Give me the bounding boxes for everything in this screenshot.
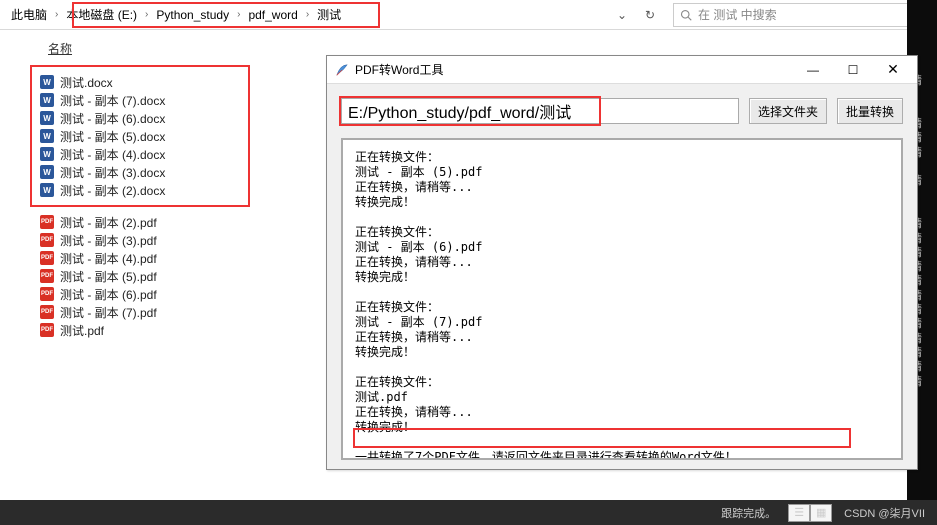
minimize-button[interactable]: —: [793, 56, 833, 84]
status-text: 跟踪完成。: [721, 505, 776, 521]
breadcrumb[interactable]: 此电脑 › 本地磁盘 (E:) › Python_study › pdf_wor…: [4, 3, 348, 27]
file-name: 测试 - 副本 (5).pdf: [60, 268, 157, 285]
address-controls: ⌄ ↻: [613, 8, 665, 22]
batch-convert-button[interactable]: 批量转换: [837, 98, 903, 124]
word-file-icon: W: [40, 111, 54, 125]
file-name: 测试 - 副本 (5).docx: [60, 128, 165, 145]
breadcrumb-item[interactable]: Python_study: [153, 8, 232, 22]
chevron-right-icon: ›: [234, 9, 243, 20]
file-name: 测试 - 副本 (4).pdf: [60, 250, 157, 267]
docx-file-group: W 测试.docx W 测试 - 副本 (7).docx W 测试 - 副本 (6).do…: [30, 65, 250, 207]
word-file-icon: W: [40, 75, 54, 89]
file-row[interactable]: PDF 测试 - 副本 (6).pdf: [40, 285, 244, 303]
word-file-icon: W: [40, 165, 54, 179]
file-row[interactable]: PDF 测试.pdf: [40, 321, 244, 339]
path-entry[interactable]: [341, 98, 739, 124]
column-header-name[interactable]: 名称: [48, 40, 310, 65]
file-row[interactable]: W 测试 - 副本 (6).docx: [40, 109, 242, 127]
file-row[interactable]: W 测试 - 副本 (3).docx: [40, 163, 242, 181]
pdf-file-icon: PDF: [40, 215, 54, 229]
file-row[interactable]: PDF 测试 - 副本 (5).pdf: [40, 267, 244, 285]
chevron-right-icon: ›: [142, 9, 151, 20]
file-row[interactable]: W 测试 - 副本 (2).docx: [40, 181, 242, 199]
pdf-file-icon: PDF: [40, 287, 54, 301]
view-toggle-group: ☰ ▦: [788, 504, 832, 522]
chevron-right-icon: ›: [303, 9, 312, 20]
file-name: 测试 - 副本 (4).docx: [60, 146, 165, 163]
refresh-icon[interactable]: ↻: [641, 8, 659, 22]
breadcrumb-item[interactable]: 测试: [314, 6, 344, 23]
window-title: PDF转Word工具: [355, 61, 793, 78]
file-row[interactable]: PDF 测试 - 副本 (2).pdf: [40, 213, 244, 231]
file-row[interactable]: W 测试.docx: [40, 73, 242, 91]
file-name: 测试 - 副本 (7).docx: [60, 92, 165, 109]
maximize-button[interactable]: ☐: [833, 56, 873, 84]
pdf-file-icon: PDF: [40, 305, 54, 319]
file-list-pane: 名称 W 测试.docx W 测试 - 副本 (7).docx W 测试 - 副本 (6)…: [0, 30, 330, 510]
file-name: 测试.docx: [60, 74, 113, 91]
word-file-icon: W: [40, 183, 54, 197]
choose-folder-button[interactable]: 选择文件夹: [749, 98, 827, 124]
file-row[interactable]: PDF 测试 - 副本 (4).pdf: [40, 249, 244, 267]
search-input[interactable]: 在 测试 中搜索: [673, 3, 933, 27]
watermark: CSDN @柒月VII: [844, 505, 925, 521]
breadcrumb-container: 此电脑 › 本地磁盘 (E:) › Python_study › pdf_wor…: [4, 3, 665, 27]
explorer-address-bar: 此电脑 › 本地磁盘 (E:) › Python_study › pdf_wor…: [0, 0, 937, 30]
tool-toolbar: 选择文件夹 批量转换: [327, 84, 917, 134]
pdf-file-group: PDF 测试 - 副本 (2).pdf PDF 测试 - 副本 (3).pdf PDF 测…: [30, 207, 250, 345]
file-name: 测试 - 副本 (7).pdf: [60, 304, 157, 321]
file-row[interactable]: W 测试 - 副本 (4).docx: [40, 145, 242, 163]
log-output[interactable]: 正在转换文件： 测试 - 副本 (5).pdf 正在转换，请稍等... 转换完成…: [355, 150, 889, 460]
icons-view-icon[interactable]: ▦: [810, 504, 832, 522]
pdf-file-icon: PDF: [40, 251, 54, 265]
chevron-right-icon: ›: [52, 9, 61, 20]
window-titlebar[interactable]: PDF转Word工具 — ☐ ✕: [327, 56, 917, 84]
word-file-icon: W: [40, 147, 54, 161]
details-view-icon[interactable]: ☰: [788, 504, 810, 522]
file-name: 测试 - 副本 (3).docx: [60, 164, 165, 181]
pdf-to-word-window: PDF转Word工具 — ☐ ✕ 选择文件夹 批量转换 正在转换文件： 测试 -…: [326, 55, 918, 470]
pdf-file-icon: PDF: [40, 233, 54, 247]
file-name: 测试 - 副本 (2).docx: [60, 182, 165, 199]
file-name: 测试.pdf: [60, 322, 104, 339]
breadcrumb-item[interactable]: 此电脑: [8, 6, 50, 23]
file-row[interactable]: PDF 测试 - 副本 (3).pdf: [40, 231, 244, 249]
file-name: 测试 - 副本 (3).pdf: [60, 232, 157, 249]
file-row[interactable]: PDF 测试 - 副本 (7).pdf: [40, 303, 244, 321]
file-name: 测试 - 副本 (6).docx: [60, 110, 165, 127]
search-placeholder: 在 测试 中搜索: [698, 6, 777, 23]
pdf-file-icon: PDF: [40, 269, 54, 283]
breadcrumb-item[interactable]: pdf_word: [245, 8, 300, 22]
search-icon: [680, 9, 692, 21]
history-dropdown-icon[interactable]: ⌄: [613, 8, 631, 22]
ide-status-bar: 跟踪完成。 ☰ ▦ CSDN @柒月VII: [0, 500, 937, 525]
close-button[interactable]: ✕: [873, 56, 913, 84]
word-file-icon: W: [40, 93, 54, 107]
path-entry-wrap: [341, 98, 739, 124]
word-file-icon: W: [40, 129, 54, 143]
file-name: 测试 - 副本 (2).pdf: [60, 214, 157, 231]
log-output-frame: 正在转换文件： 测试 - 副本 (5).pdf 正在转换，请稍等... 转换完成…: [341, 138, 903, 460]
tk-feather-icon: [335, 63, 349, 77]
breadcrumb-item[interactable]: 本地磁盘 (E:): [63, 6, 140, 23]
file-row[interactable]: W 测试 - 副本 (5).docx: [40, 127, 242, 145]
file-name: 测试 - 副本 (6).pdf: [60, 286, 157, 303]
pdf-file-icon: PDF: [40, 323, 54, 337]
file-row[interactable]: W 测试 - 副本 (7).docx: [40, 91, 242, 109]
